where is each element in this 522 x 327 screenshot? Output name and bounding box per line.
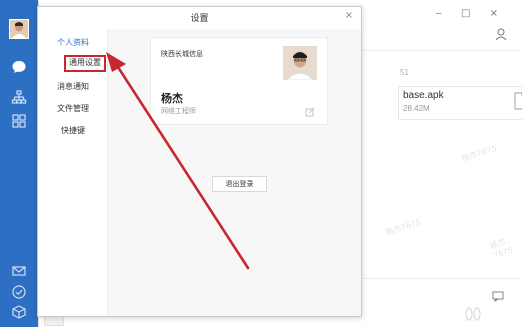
nav-file-management[interactable]: 文件管理	[38, 102, 108, 116]
nav-profile[interactable]: 个人资料	[38, 36, 108, 50]
logout-button[interactable]: 退出登录	[212, 176, 267, 192]
nav-shortcuts[interactable]: 快捷键	[38, 124, 108, 138]
file-size: 28.42M	[403, 104, 430, 113]
edit-icon[interactable]	[305, 102, 315, 117]
cube-icon[interactable]	[11, 304, 27, 320]
dialog-title: 设置	[190, 14, 209, 24]
org-icon[interactable]	[11, 89, 27, 105]
file-name: base.apk	[403, 90, 444, 101]
close-icon[interactable]: ×	[343, 10, 355, 22]
profile-panel: 陕西长城信息 杨杰 网络工程师 退出登录	[108, 29, 361, 316]
mail-icon[interactable]	[11, 263, 27, 279]
person-icon[interactable]	[494, 26, 508, 41]
company-name: 陕西长城信息	[161, 50, 203, 58]
chat-icon[interactable]	[11, 59, 27, 75]
app-sidebar	[0, 0, 38, 327]
user-name: 杨杰	[161, 92, 183, 105]
divider	[362, 278, 522, 279]
window-controls[interactable]: ‒ □ ×	[435, 8, 506, 19]
message-time: 51	[400, 68, 409, 77]
nav-notifications[interactable]: 消息通知	[38, 80, 108, 94]
watermark: 杨杰7675	[460, 143, 498, 164]
settings-dialog: 设置 × 个人资料 通用设置 消息通知 文件管理 快捷键 陕西长城信息 杨杰 网…	[37, 6, 362, 317]
file-message[interactable]: base.apk 28.42M	[398, 86, 522, 120]
watermark: 杨杰7675	[488, 237, 515, 261]
divider	[362, 50, 522, 51]
emoji-icon[interactable]	[459, 306, 489, 322]
user-avatar[interactable]	[9, 19, 29, 39]
file-icon	[514, 92, 522, 110]
profile-photo[interactable]	[283, 46, 317, 80]
message-icon[interactable]	[492, 287, 504, 303]
settings-nav: 个人资料 通用设置 消息通知 文件管理 快捷键	[38, 29, 108, 316]
apps-icon[interactable]	[11, 113, 27, 129]
profile-card: 陕西长城信息 杨杰 网络工程师	[150, 37, 328, 125]
check-icon[interactable]	[11, 284, 27, 300]
user-job-title: 网络工程师	[161, 107, 196, 115]
nav-general-settings[interactable]: 通用设置	[64, 55, 106, 72]
watermark: 杨杰7675	[384, 217, 422, 238]
